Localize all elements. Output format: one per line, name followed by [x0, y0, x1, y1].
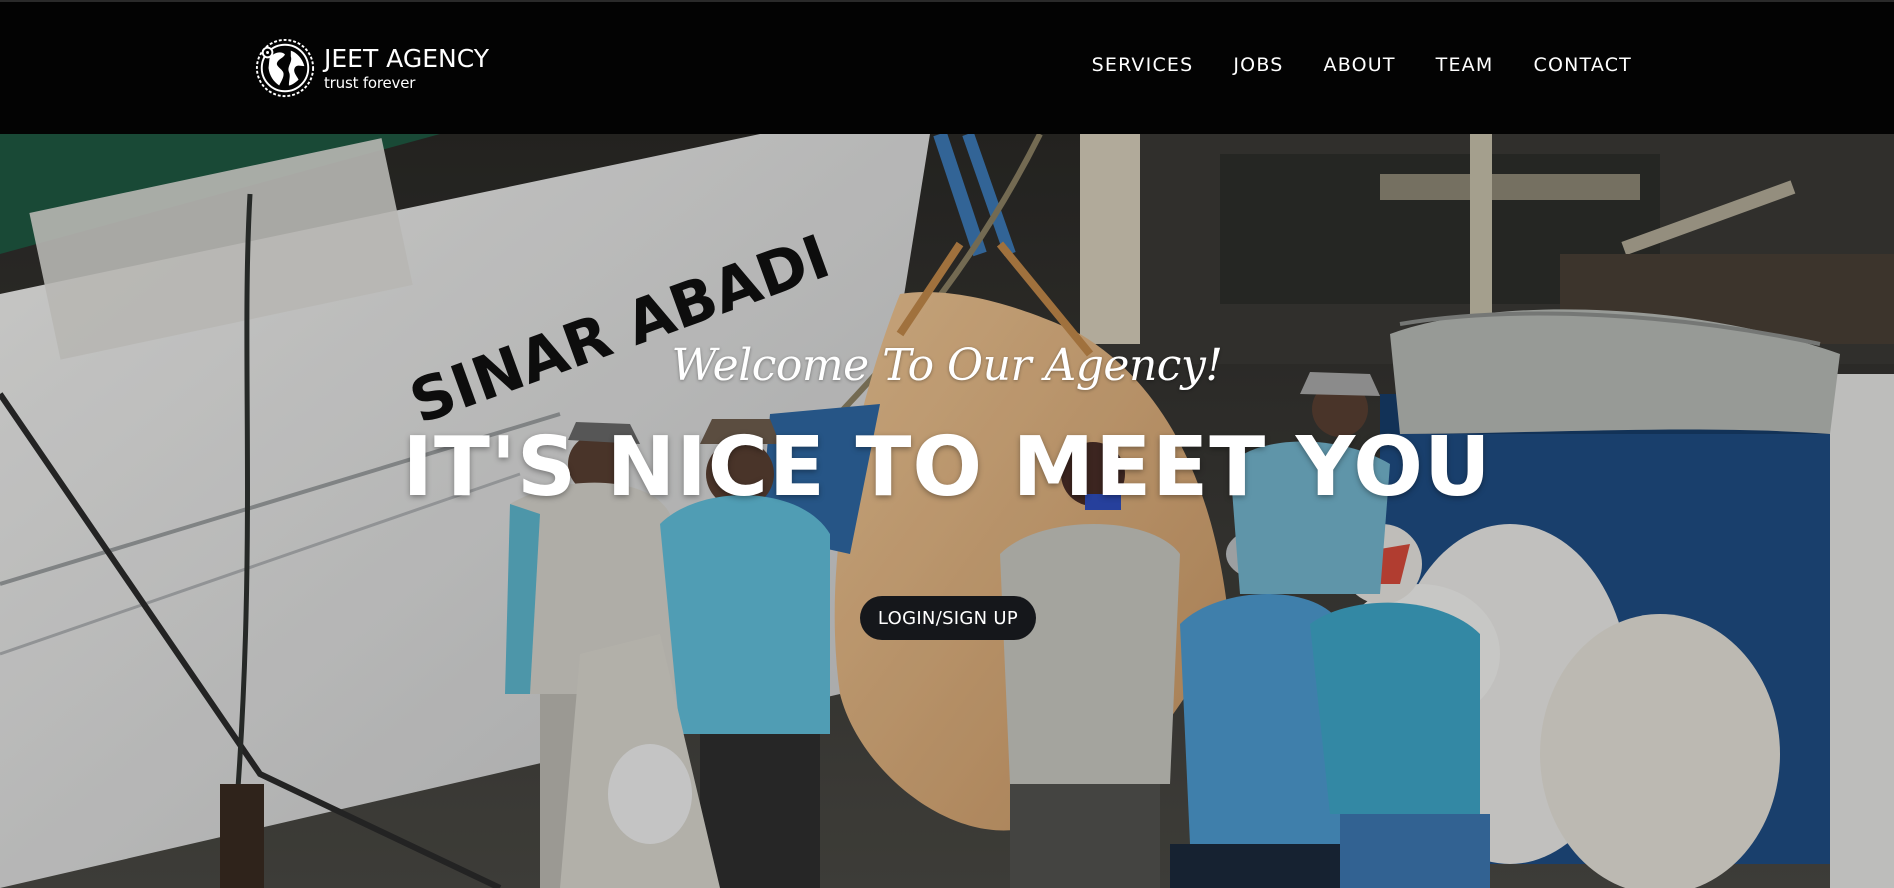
nav-link-team[interactable]: TEAM — [1436, 54, 1494, 76]
hero-headline: IT'S NICE TO MEET YOU — [402, 420, 1492, 515]
brand-name: JEET AGENCY — [324, 43, 490, 73]
brand-text: JEET AGENCY trust forever — [324, 46, 489, 91]
nav-link-about[interactable]: ABOUT — [1324, 54, 1396, 76]
navbar: JEET AGENCY trust forever SERVICES JOBS … — [0, 0, 1894, 134]
nav-link-contact[interactable]: CONTACT — [1533, 54, 1632, 76]
hero-welcome-text: Welcome To Our Agency! — [671, 340, 1223, 391]
login-signup-button[interactable]: LOGIN/SIGN UP — [860, 596, 1036, 640]
nav-link-jobs[interactable]: JOBS — [1233, 54, 1283, 76]
globe-icon — [255, 38, 315, 98]
main-nav: SERVICES JOBS ABOUT TEAM CONTACT — [1052, 54, 1632, 76]
nav-link-services[interactable]: SERVICES — [1092, 54, 1194, 76]
brand-logo-link[interactable]: JEET AGENCY trust forever — [254, 36, 489, 100]
hero-section: SINAR ABADI Welcome To Our Agency! IT'S … — [0, 134, 1894, 888]
brand-tagline: trust forever — [324, 73, 416, 92]
